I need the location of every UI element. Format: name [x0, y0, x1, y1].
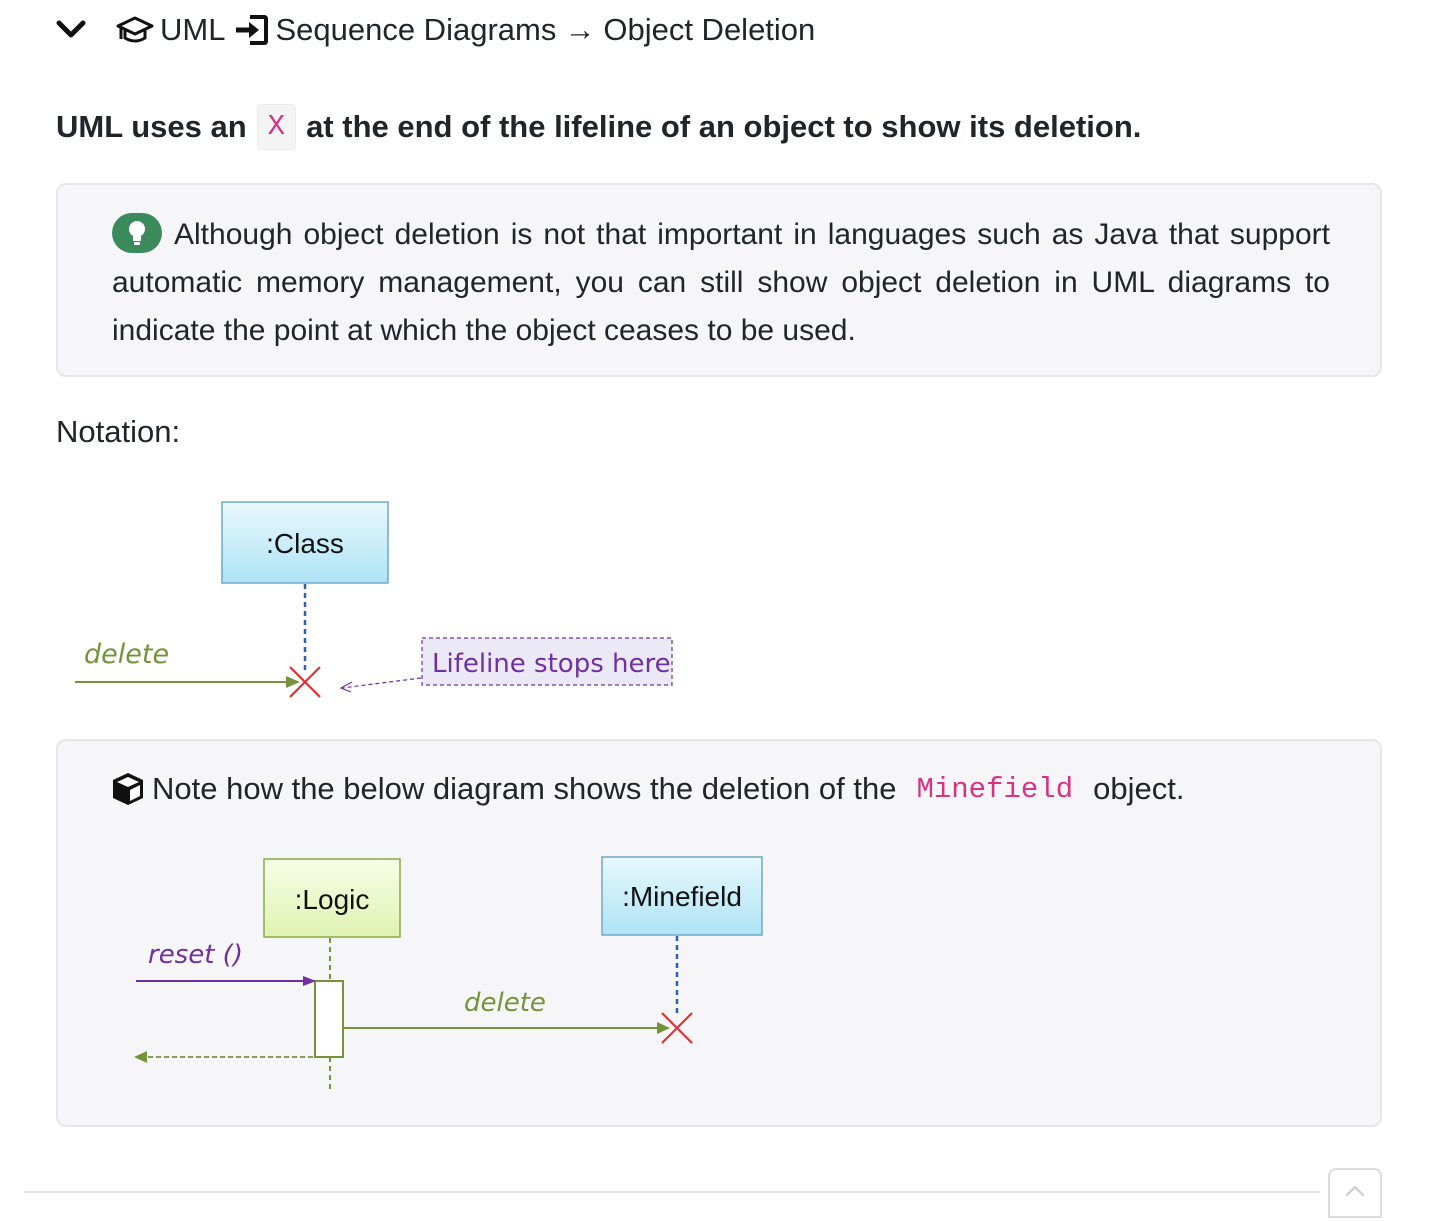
footer-divider — [24, 1191, 1320, 1193]
minefield-object-label: :Minefield — [622, 881, 742, 912]
logic-activation-bar — [314, 980, 344, 1058]
logic-object-label: :Logic — [295, 884, 370, 915]
chevron-down-icon[interactable] — [56, 19, 86, 41]
lead-text-before: UML uses an — [56, 109, 247, 144]
lifeline-note-label: Lifeline stops here — [432, 649, 671, 679]
delete-message-label-2: delete — [464, 988, 546, 1018]
reset-message-label: reset () — [148, 940, 243, 970]
sign-in-icon — [233, 14, 269, 46]
example-note: Note how the below diagram shows the del… — [110, 771, 1184, 807]
deletion-notation-diagram: :Class delete Lifeline stops here — [75, 501, 673, 698]
tip-text-block: Although object deletion is not that imp… — [112, 211, 1330, 355]
tip-box: Although object deletion is not that imp… — [56, 183, 1382, 377]
return-arrowhead — [134, 1051, 147, 1063]
class-object-label: :Class — [266, 528, 344, 559]
chevron-up-icon — [1345, 1185, 1365, 1197]
breadcrumb-item-uml[interactable]: UML — [160, 12, 225, 48]
lead-statement: UML uses an X at the end of the lifeline… — [56, 104, 1141, 150]
delete-arrowhead — [286, 676, 300, 688]
notation-label: Notation: — [56, 414, 181, 449]
tip-text: Although object deletion is not that imp… — [112, 218, 1330, 347]
example-note-code: Minefield — [916, 772, 1074, 806]
example-box: Note how the below diagram shows the del… — [56, 739, 1382, 1127]
breadcrumb-item-object-deletion: Object Deletion — [603, 12, 816, 47]
cube-icon — [113, 773, 143, 805]
lead-text-after: at the end of the lifeline of an object … — [306, 109, 1142, 144]
breadcrumb-separator: → — [564, 12, 596, 47]
breadcrumb-item-sequence-diagrams[interactable]: Sequence Diagrams — [275, 12, 556, 48]
lightbulb-icon — [112, 213, 162, 253]
scroll-to-top-button[interactable] — [1328, 1168, 1382, 1218]
delete-arrowhead-2 — [657, 1022, 670, 1034]
breadcrumb: UML Sequence Diagrams → Object Deletion — [56, 8, 823, 52]
example-note-before: Note how the below diagram shows the del… — [152, 771, 897, 806]
note-pointer-line — [341, 677, 422, 689]
graduation-cap-icon — [116, 15, 154, 45]
minefield-deletion-diagram: :Logic :Minefield reset () delete — [134, 856, 763, 1089]
lead-code-x: X — [256, 104, 297, 150]
example-note-after: object. — [1093, 771, 1185, 806]
delete-message-label: delete — [84, 639, 169, 670]
